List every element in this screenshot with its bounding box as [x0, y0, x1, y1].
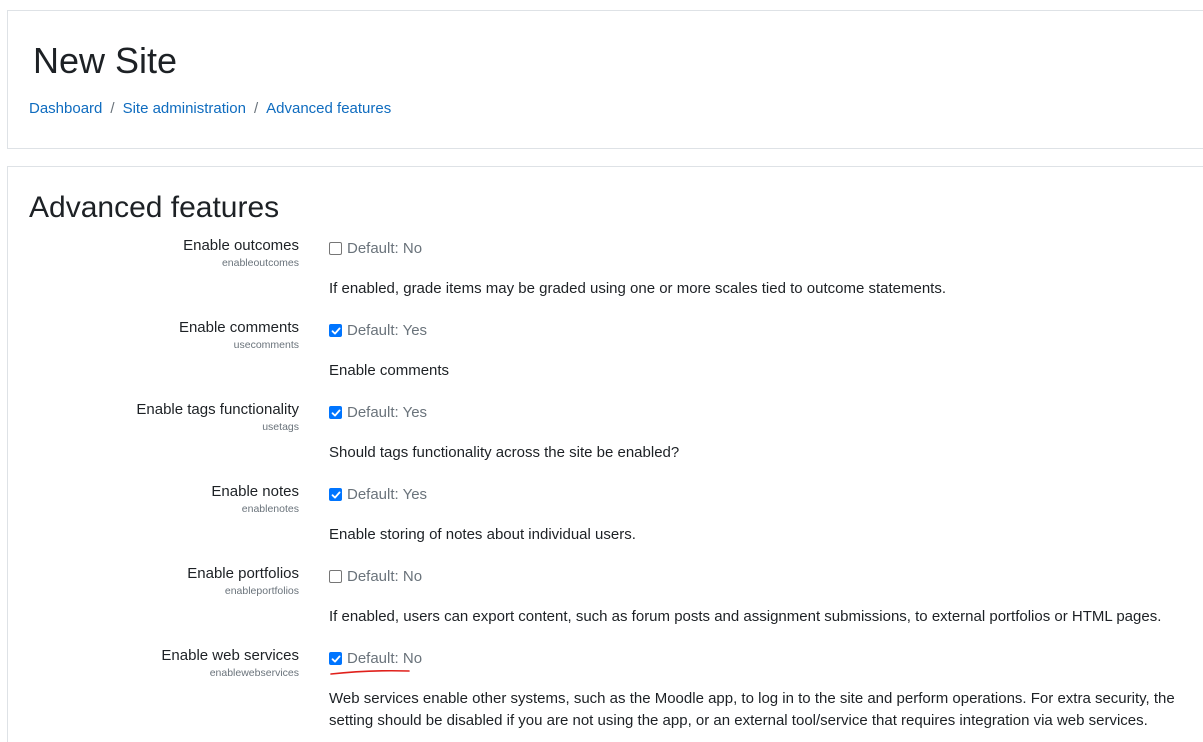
usetags-checkbox-control[interactable]: Default: Yes	[329, 404, 427, 421]
setting-key: enablewebservices	[209, 667, 299, 679]
setting-key: enablenotes	[241, 503, 299, 515]
breadcrumb-site-administration-link[interactable]: Site administration	[123, 99, 246, 119]
setting-label: Enable portfolios enableportfolios	[19, 564, 299, 598]
default-value-text: Default: Yes	[347, 322, 428, 339]
checkbox-checked-icon[interactable]	[329, 406, 342, 419]
usecomments-checkbox-control[interactable]: Default: Yes	[329, 322, 427, 339]
enableoutcomes-checkbox-control[interactable]: Default: No	[329, 240, 422, 257]
setting-description: Enable storing of notes about individual…	[329, 526, 636, 543]
default-value-text: Default: Yes	[347, 486, 428, 503]
setting-description: Should tags functionality across the sit…	[329, 444, 680, 461]
page: New Site Dashboard / Site administration…	[0, 0, 1203, 742]
breadcrumb-separator: /	[110, 100, 115, 117]
enablenotes-checkbox-control[interactable]: Default: Yes	[329, 486, 427, 503]
setting-description: If enabled, users can export content, su…	[329, 608, 1162, 625]
setting-label: Enable notes enablenotes	[19, 482, 299, 516]
setting-name[interactable]: Enable web services	[19, 646, 299, 666]
setting-label: Enable tags functionality usetags	[19, 400, 299, 434]
setting-key: enableoutcomes	[221, 257, 299, 269]
setting-name[interactable]: Enable outcomes	[19, 236, 299, 256]
red-annotation-underline	[330, 669, 410, 675]
setting-description: Web services enable other systems, such …	[329, 690, 1175, 729]
settings-panel: Advanced features Enable outcomes enable…	[7, 166, 1203, 742]
default-value-text: Default: Yes	[347, 404, 428, 421]
checkmark-icon	[331, 655, 340, 662]
setting-label: Enable comments usecomments	[19, 318, 299, 352]
breadcrumb-dashboard-link[interactable]: Dashboard	[29, 99, 102, 119]
checkbox-checked-icon[interactable]	[329, 324, 342, 337]
checkbox-unchecked-icon[interactable]	[329, 242, 342, 255]
setting-name[interactable]: Enable comments	[19, 318, 299, 338]
setting-name[interactable]: Enable notes	[19, 482, 299, 502]
page-header: New Site Dashboard / Site administration…	[7, 10, 1203, 149]
checkmark-icon	[331, 491, 340, 498]
checkmark-icon	[331, 409, 340, 416]
setting-label: Enable web services enablewebservices	[19, 646, 299, 680]
breadcrumb: Dashboard / Site administration / Advanc…	[29, 99, 391, 119]
checkmark-icon	[331, 327, 340, 334]
setting-key: usetags	[262, 421, 299, 433]
setting-key: usecomments	[233, 339, 299, 351]
default-value-text: Default: No	[347, 650, 423, 667]
checkbox-checked-icon[interactable]	[329, 652, 342, 665]
enableportfolios-checkbox-control[interactable]: Default: No	[329, 568, 422, 585]
setting-label: Enable outcomes enableoutcomes	[19, 236, 299, 270]
checkbox-unchecked-icon[interactable]	[329, 570, 342, 583]
breadcrumb-separator: /	[253, 100, 259, 117]
section-title: Advanced features	[29, 191, 280, 224]
site-title: New Site	[33, 40, 178, 81]
setting-name[interactable]: Enable tags functionality	[19, 400, 299, 420]
setting-description: If enabled, grade items may be graded us…	[329, 280, 947, 297]
breadcrumb-advanced-features-link[interactable]: Advanced features	[266, 99, 391, 119]
setting-description: Enable comments	[329, 362, 450, 379]
setting-name[interactable]: Enable portfolios	[19, 564, 299, 584]
enablewebservices-checkbox-control[interactable]: Default: No	[329, 650, 422, 667]
checkbox-checked-icon[interactable]	[329, 488, 342, 501]
default-value-text: Default: No	[347, 568, 423, 585]
setting-key: enableportfolios	[224, 585, 299, 597]
default-value-text: Default: No	[347, 240, 423, 257]
